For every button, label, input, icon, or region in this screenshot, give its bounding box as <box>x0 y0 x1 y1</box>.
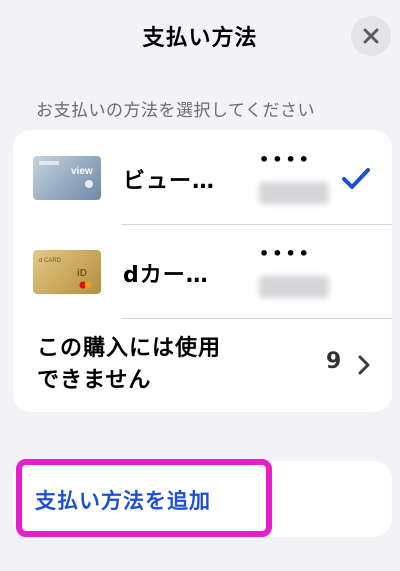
svg-text:view: view <box>71 166 93 177</box>
chevron-right-icon <box>358 355 370 375</box>
close-icon <box>363 28 379 44</box>
unavailable-line2: できません <box>37 368 152 393</box>
page-title: 支払い方法 <box>142 26 258 51</box>
checkmark-icon <box>342 168 370 189</box>
card-masked-dots: •••• <box>259 150 312 169</box>
card-view-icon: view <box>33 156 101 200</box>
close-button[interactable] <box>351 16 391 56</box>
card-number-blurred <box>259 276 329 298</box>
svg-text:d CARD: d CARD <box>39 258 62 264</box>
payment-card-list: view ビュー… •••• d CARD iD dカー… •••• この購入に… <box>13 130 392 412</box>
card-masked-dots: •••• <box>259 244 312 263</box>
card-name: dカー… <box>123 263 209 288</box>
add-payment-method-button[interactable]: 支払い方法を追加 <box>35 485 211 515</box>
svg-text:iD: iD <box>77 268 87 279</box>
card-name: ビュー… <box>123 169 216 194</box>
sheet-header: 支払い方法 <box>0 0 400 78</box>
unavailable-cards-row[interactable]: この購入には使用 できません 9 <box>13 318 392 412</box>
payment-card-row-dcard[interactable]: d CARD iD dカー… •••• <box>13 224 392 318</box>
card-number-blurred <box>259 182 329 204</box>
payment-card-row-view[interactable]: view ビュー… •••• <box>13 130 392 224</box>
section-label: お支払いの方法を選択してください <box>36 101 315 121</box>
unavailable-label: この購入には使用 できません <box>37 333 221 397</box>
card-dcard-icon: d CARD iD <box>33 250 101 294</box>
unavailable-count: 9 <box>326 349 342 374</box>
unavailable-line1: この購入には使用 <box>37 336 222 361</box>
